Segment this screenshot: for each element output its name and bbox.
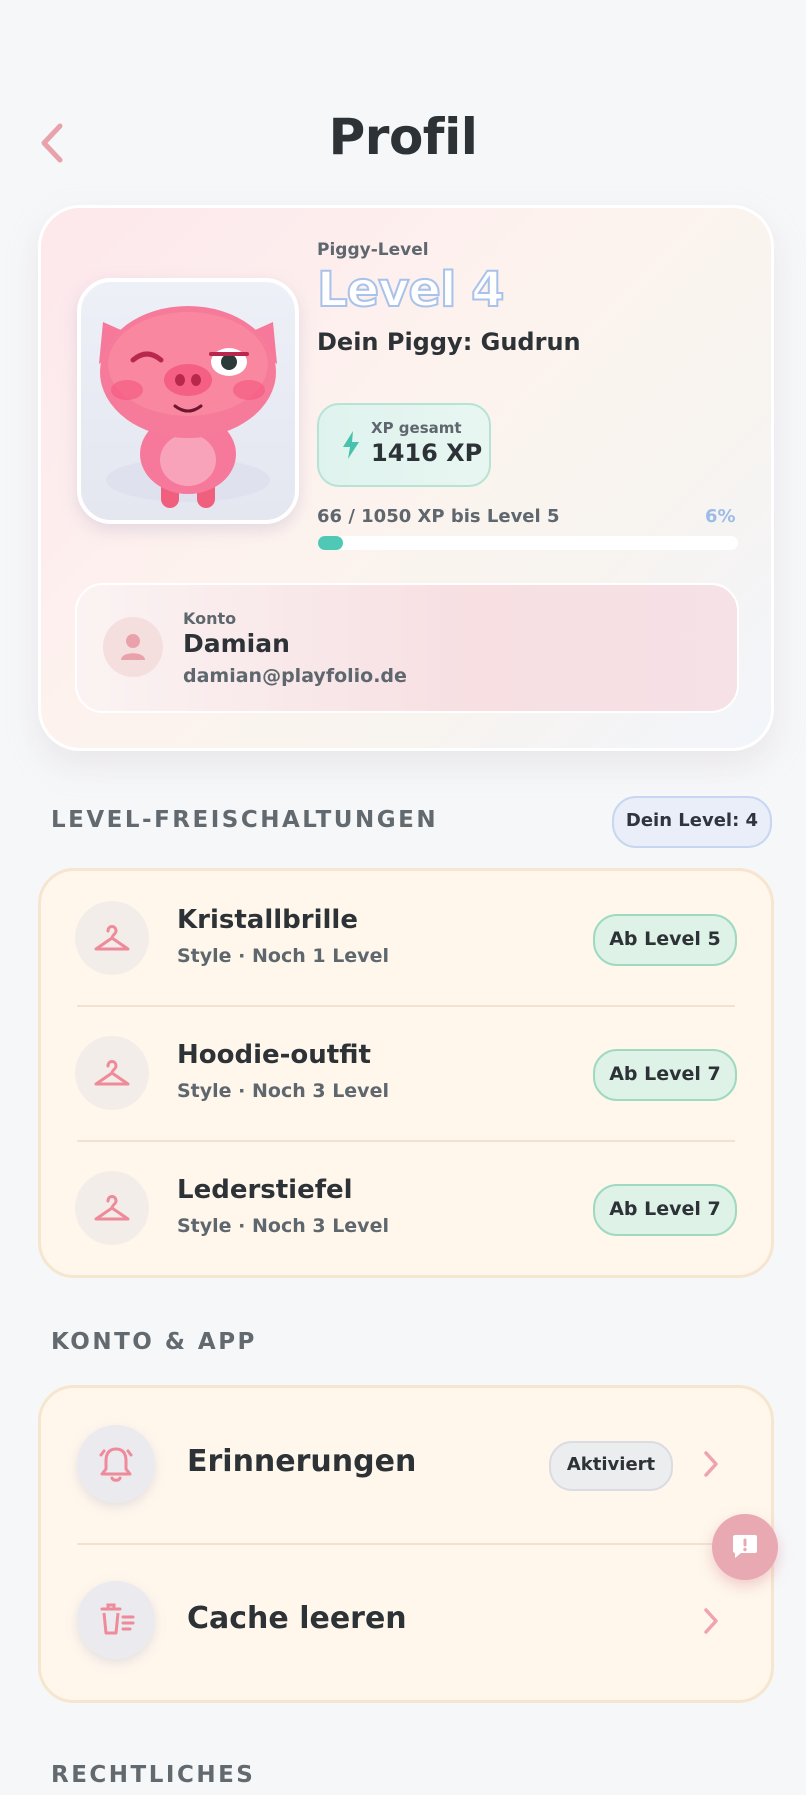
feedback-button[interactable] xyxy=(712,1514,778,1580)
user-avatar xyxy=(103,617,163,677)
xp-value: 1416 XP xyxy=(371,439,483,467)
account-box[interactable]: Konto Damian damian@playfolio.de xyxy=(75,583,739,713)
unlock-sub: Style · Noch 3 Level xyxy=(177,1215,389,1237)
unlock-name: Hoodie-outfit xyxy=(177,1040,371,1070)
unlock-level-badge: Ab Level 7 xyxy=(593,1184,737,1236)
unlocks-list: Kristallbrille Style · Noch 1 Level Ab L… xyxy=(38,868,774,1278)
pig-illustration xyxy=(99,306,277,508)
progress-percent: 6% xyxy=(705,506,736,527)
level-progress-bar xyxy=(318,536,738,550)
xp-label: XP gesamt xyxy=(371,419,462,437)
hanger-icon xyxy=(94,1060,130,1086)
row-icon-circle xyxy=(75,1171,149,1245)
bell-icon xyxy=(99,1447,133,1482)
trash-icon xyxy=(100,1603,135,1635)
account-name: Damian xyxy=(183,629,290,658)
your-level-badge: Dein Level: 4 xyxy=(612,796,772,848)
account-email: damian@playfolio.de xyxy=(183,665,407,687)
piggy-name: Dein Piggy: Gudrun xyxy=(317,328,581,356)
legal-section-title: RECHTLICHES xyxy=(51,1762,256,1788)
row-icon-circle xyxy=(75,1036,149,1110)
unlock-name: Kristallbrille xyxy=(177,905,358,935)
user-icon xyxy=(121,634,145,660)
hanger-icon xyxy=(94,925,130,951)
account-app-section-title: KONTO & APP xyxy=(51,1329,257,1355)
piggy-avatar xyxy=(77,278,299,524)
xp-total-pill: XP gesamt 1416 XP xyxy=(317,403,491,487)
unlock-item-hoodie[interactable]: Hoodie-outfit Style · Noch 3 Level Ab Le… xyxy=(41,1006,771,1141)
message-alert-icon xyxy=(733,1535,757,1558)
chevron-right-icon xyxy=(704,1451,718,1477)
unlock-sub: Style · Noch 1 Level xyxy=(177,945,389,967)
row-icon-circle xyxy=(75,901,149,975)
reminders-label: Erinnerungen xyxy=(187,1444,417,1479)
row-icon-circle xyxy=(77,1581,155,1659)
profile-card: Piggy-Level Level 4 Dein Piggy: Gudrun X… xyxy=(38,205,774,751)
reminders-status-badge: Aktiviert xyxy=(549,1441,673,1491)
unlock-name: Lederstiefel xyxy=(177,1175,353,1205)
unlocks-section-title: LEVEL-FREISCHALTUNGEN xyxy=(51,807,439,833)
clear-cache-label: Cache leeren xyxy=(187,1601,407,1636)
level-value: Level 4 xyxy=(316,261,506,319)
unlock-sub: Style · Noch 3 Level xyxy=(177,1080,389,1102)
clear-cache-row[interactable]: Cache leeren xyxy=(41,1545,771,1700)
unlock-level-badge: Ab Level 7 xyxy=(593,1049,737,1101)
reminders-row[interactable]: Erinnerungen Aktiviert xyxy=(41,1388,771,1543)
account-app-list: Erinnerungen Aktiviert Cache leeren xyxy=(38,1385,774,1703)
unlock-level-badge: Ab Level 5 xyxy=(593,914,737,966)
chevron-right-icon xyxy=(704,1608,718,1634)
row-icon-circle xyxy=(77,1425,155,1503)
hanger-icon xyxy=(94,1195,130,1221)
unlock-item-kristallbrille[interactable]: Kristallbrille Style · Noch 1 Level Ab L… xyxy=(41,871,771,1006)
lightning-icon xyxy=(343,431,359,459)
page-title: Profil xyxy=(328,108,478,166)
level-progress-fill xyxy=(318,536,343,550)
account-caption: Konto xyxy=(183,609,237,628)
unlock-item-lederstiefel[interactable]: Lederstiefel Style · Noch 3 Level Ab Lev… xyxy=(41,1141,771,1276)
level-caption: Piggy-Level xyxy=(317,240,429,260)
progress-text: 66 / 1050 XP bis Level 5 xyxy=(317,506,560,527)
